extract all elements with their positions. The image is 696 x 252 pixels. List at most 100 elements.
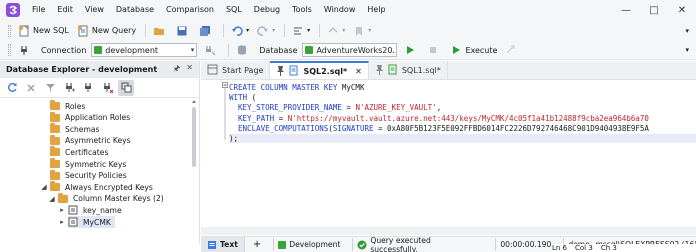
format-button[interactable]: ▾ <box>289 23 313 39</box>
tab-sql2[interactable]: SQL2.sql* ✕ <box>270 61 369 79</box>
expand-arrow-icon[interactable]: ◢ <box>48 195 56 203</box>
tree-node[interactable]: Roles <box>50 100 85 112</box>
key-object-icon <box>68 205 78 215</box>
add-result-tab-button[interactable]: + <box>245 239 269 250</box>
expand-arrow-icon[interactable]: ◢ <box>40 183 48 191</box>
menu-edit[interactable]: Edit <box>51 0 79 20</box>
tab-start-page[interactable]: Start Page <box>201 61 271 79</box>
close-icon[interactable]: ✕ <box>668 0 696 20</box>
tree-node[interactable]: ◢ Always Encrypted Keys <box>41 181 153 193</box>
execute-button[interactable] <box>401 42 422 58</box>
connection-select-value: development <box>105 45 159 55</box>
stop-button[interactable] <box>424 42 445 58</box>
connection-settings-button[interactable] <box>15 42 36 58</box>
minimize-icon[interactable]: — <box>612 0 640 20</box>
toolbar-separator <box>228 43 230 57</box>
code-line: ENCLAVE_COMPUTATIONS(SIGNATURE = 0xA80F5… <box>229 124 649 133</box>
tree-node-label: Certificates <box>65 147 109 157</box>
app-window: File Edit View Database Comparison SQL D… <box>0 0 696 252</box>
tree-node-label: Symmetric Keys <box>65 159 127 169</box>
fold-marker-icon[interactable] <box>222 82 228 142</box>
play-green-icon <box>450 44 462 56</box>
menu-file[interactable]: File <box>26 0 51 20</box>
tree-node[interactable]: Application Roles <box>50 111 130 124</box>
disconnect-button[interactable] <box>201 42 222 58</box>
menu-comparison[interactable]: Comparison <box>160 0 220 20</box>
tree-node[interactable]: ▸ key_name <box>60 204 122 216</box>
new-query-button[interactable]: New Query <box>74 23 139 39</box>
tree-node[interactable]: Symmetric Keys <box>50 158 126 170</box>
toolbar-overflow-button[interactable]: ▾ <box>682 42 692 58</box>
save-all-button[interactable] <box>196 23 217 39</box>
menu-sql[interactable]: SQL <box>220 0 248 20</box>
bookmark-button[interactable]: ▾ <box>350 23 374 39</box>
filter-icon <box>45 84 55 92</box>
tree-node[interactable]: ▸ MyCMK <box>60 216 115 228</box>
plug-icon <box>65 83 75 92</box>
new-sql-button[interactable]: New SQL <box>15 23 72 39</box>
open-file-button[interactable] <box>150 23 171 39</box>
menu-database[interactable]: Database <box>110 0 160 20</box>
database-select[interactable]: AdventureWorks20... ▾ <box>302 43 398 57</box>
navigate-icon <box>327 25 339 37</box>
pin-icon[interactable] <box>276 65 285 77</box>
toolbar-grip[interactable] <box>8 24 11 37</box>
navigate-button[interactable]: ▾ <box>324 23 348 39</box>
delete-button[interactable] <box>23 80 39 96</box>
toolbar-overflow-button[interactable]: ▾ <box>682 23 692 39</box>
navigate-dropdown-icon[interactable]: ▾ <box>342 27 345 34</box>
menu-view[interactable]: View <box>79 0 110 20</box>
menu-tools[interactable]: Tools <box>286 0 318 20</box>
maximize-icon[interactable]: □ <box>640 0 668 20</box>
edit-connection-button[interactable] <box>80 80 96 96</box>
toolbar-grip[interactable] <box>8 44 11 56</box>
tree-node[interactable]: Asymmetric Keys <box>50 134 131 147</box>
tab-label: Start Page <box>222 65 264 75</box>
menu-bar: File Edit View Database Comparison SQL D… <box>0 0 696 20</box>
redo-dropdown-icon[interactable]: ▾ <box>272 27 275 34</box>
filter-button[interactable] <box>42 80 58 96</box>
tree-scrollbar[interactable] <box>191 99 197 249</box>
connection-select[interactable]: development ▾ <box>91 43 198 57</box>
pin-icon[interactable] <box>375 64 384 76</box>
code-token: MyCMK <box>341 83 365 92</box>
success-check-icon <box>357 240 367 250</box>
tree-node[interactable]: Security Policies <box>50 169 127 182</box>
format-dropdown-icon[interactable]: ▾ <box>307 27 310 34</box>
undo-dropdown-icon[interactable]: ▾ <box>246 27 249 34</box>
pin-icon[interactable]: 🖈 <box>173 63 180 77</box>
refresh-button[interactable] <box>4 80 20 96</box>
menu-debug[interactable]: Debug <box>248 0 286 20</box>
disconnect-button[interactable] <box>99 80 115 96</box>
menu-help[interactable]: Help <box>361 0 391 20</box>
tab-sql1[interactable]: SQL1.sql* <box>369 61 448 79</box>
expand-arrow-icon[interactable]: ▸ <box>58 206 66 214</box>
database-icon-button[interactable] <box>233 42 254 58</box>
tree-node[interactable]: Schemas <box>50 123 100 135</box>
editor-horizontal-scrollbar[interactable] <box>201 227 696 235</box>
sql-editor[interactable]: CREATE COLUMN MASTER KEY MyCMK WITH ( KEY… <box>201 80 696 236</box>
tree-node[interactable]: ◢ Column Master Keys (2) <box>49 192 164 205</box>
tab-close-icon[interactable]: ✕ <box>355 67 362 76</box>
close-icon[interactable]: ✕ <box>186 63 193 77</box>
debug-button[interactable] <box>502 42 523 58</box>
status-separator <box>352 238 354 251</box>
text-results-tab[interactable]: Text <box>201 236 245 252</box>
collapse-icon <box>121 82 131 93</box>
code-token: WITH <box>229 93 252 103</box>
code-line: CREATE COLUMN MASTER KEY MyCMK <box>229 83 364 92</box>
collapse-all-button[interactable] <box>118 79 134 96</box>
code-token: N'AZURE_KEY_VAULT' <box>355 103 437 113</box>
menu-window[interactable]: Window <box>318 0 362 20</box>
save-button[interactable] <box>173 23 194 39</box>
redo-button[interactable]: ▾ <box>254 23 278 39</box>
redo-icon <box>257 25 269 37</box>
new-query-label: New Query <box>91 26 137 35</box>
bookmark-dropdown-icon[interactable]: ▾ <box>368 27 371 34</box>
expand-arrow-icon[interactable]: ▸ <box>58 218 66 226</box>
plug-icon <box>18 44 30 56</box>
execute-to-cursor-button[interactable]: Execute <box>447 42 500 58</box>
tree-node[interactable]: Certificates <box>50 146 108 158</box>
new-connection-button[interactable] <box>61 80 77 96</box>
undo-button[interactable]: ▾ <box>228 23 252 39</box>
